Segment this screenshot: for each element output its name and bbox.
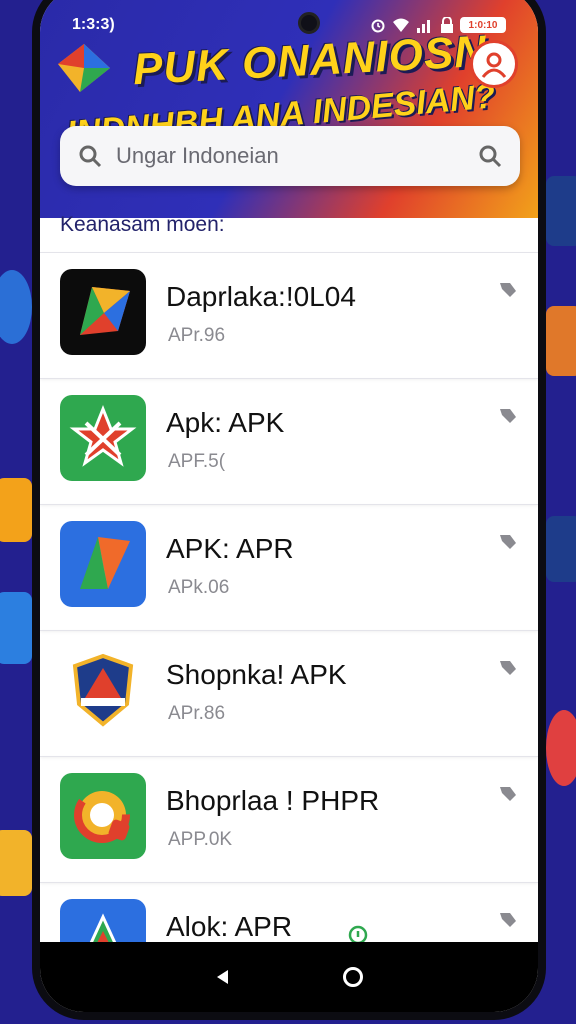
background-app-icon — [546, 710, 576, 786]
profile-button[interactable] — [470, 40, 518, 88]
background-app-icon — [0, 478, 32, 542]
app-name: APK: APR — [166, 533, 294, 564]
front-camera — [298, 12, 320, 34]
list-item[interactable]: APK: APR APk.06 — [40, 504, 538, 630]
back-icon[interactable] — [214, 968, 232, 986]
home-icon[interactable] — [342, 966, 364, 988]
list-item[interactable]: Shopnka! APK APr.86 — [40, 630, 538, 756]
paper-plane-icon — [60, 521, 146, 607]
star-shield-icon — [60, 395, 146, 481]
phone-screen: 1:3:3) 1:0:10 PUK ONANIOSN INDNHBH ANA I… — [40, 0, 538, 1012]
user-icon — [481, 52, 507, 78]
app-subtitle: APr.86 — [168, 703, 226, 724]
download-icon[interactable] — [496, 529, 520, 553]
search-submit-icon[interactable] — [478, 144, 502, 168]
app-subtitle: APr.96 — [168, 325, 226, 346]
navigation-bar — [40, 942, 538, 1012]
background-app-icon — [546, 516, 576, 582]
download-icon[interactable] — [496, 403, 520, 427]
list-item[interactable]: Apk: APK APF.5( — [40, 378, 538, 504]
app-subtitle: APk.06 — [168, 577, 230, 598]
q-leaf-icon — [60, 773, 146, 859]
list-item[interactable]: Bhoprlaa ! PHPR APP.0K — [40, 756, 538, 882]
search-input[interactable] — [116, 143, 464, 169]
app-list: Daprlaka:!0L04 APr.96 Apk: APK APF.5(AP… — [40, 252, 538, 1008]
download-icon[interactable] — [496, 781, 520, 805]
app-name: Apk: APK — [166, 407, 285, 438]
app-logo-icon[interactable] — [54, 40, 114, 96]
alarm-icon — [371, 19, 385, 33]
download-icon[interactable] — [496, 277, 520, 301]
download-icon[interactable] — [496, 655, 520, 679]
phone-frame: 1:3:3) 1:0:10 PUK ONANIOSN INDNHBH ANA I… — [32, 0, 546, 1020]
app-subtitle: APP.0K — [168, 829, 233, 850]
app-name: Daprlaka:!0L04 — [166, 281, 356, 312]
app-name: Bhoprlaa ! PHPR — [166, 785, 380, 816]
list-item[interactable]: Daprlaka:!0L04 APr.96 — [40, 252, 538, 378]
status-time: 1:3:3) — [72, 16, 115, 33]
background-app-icon — [546, 176, 576, 246]
crest-badge-icon — [60, 647, 146, 733]
section-label: Keanasam moen: — [60, 213, 225, 236]
background-app-icon — [0, 830, 32, 896]
app-name: Alok: APR — [166, 911, 293, 942]
kite-logo-icon — [60, 269, 146, 355]
background-app-icon — [0, 270, 32, 344]
background-app-icon — [0, 592, 32, 664]
app-name: Shopnka! APK — [166, 659, 347, 690]
download-icon[interactable] — [496, 907, 520, 931]
app-subtitle: APF.5( — [168, 451, 226, 472]
app-header: 1:3:3) 1:0:10 PUK ONANIOSN INDNHBH ANA I… — [40, 0, 538, 218]
search-icon[interactable] — [78, 144, 102, 168]
search-bar — [60, 126, 520, 186]
background-app-icon — [546, 306, 576, 376]
